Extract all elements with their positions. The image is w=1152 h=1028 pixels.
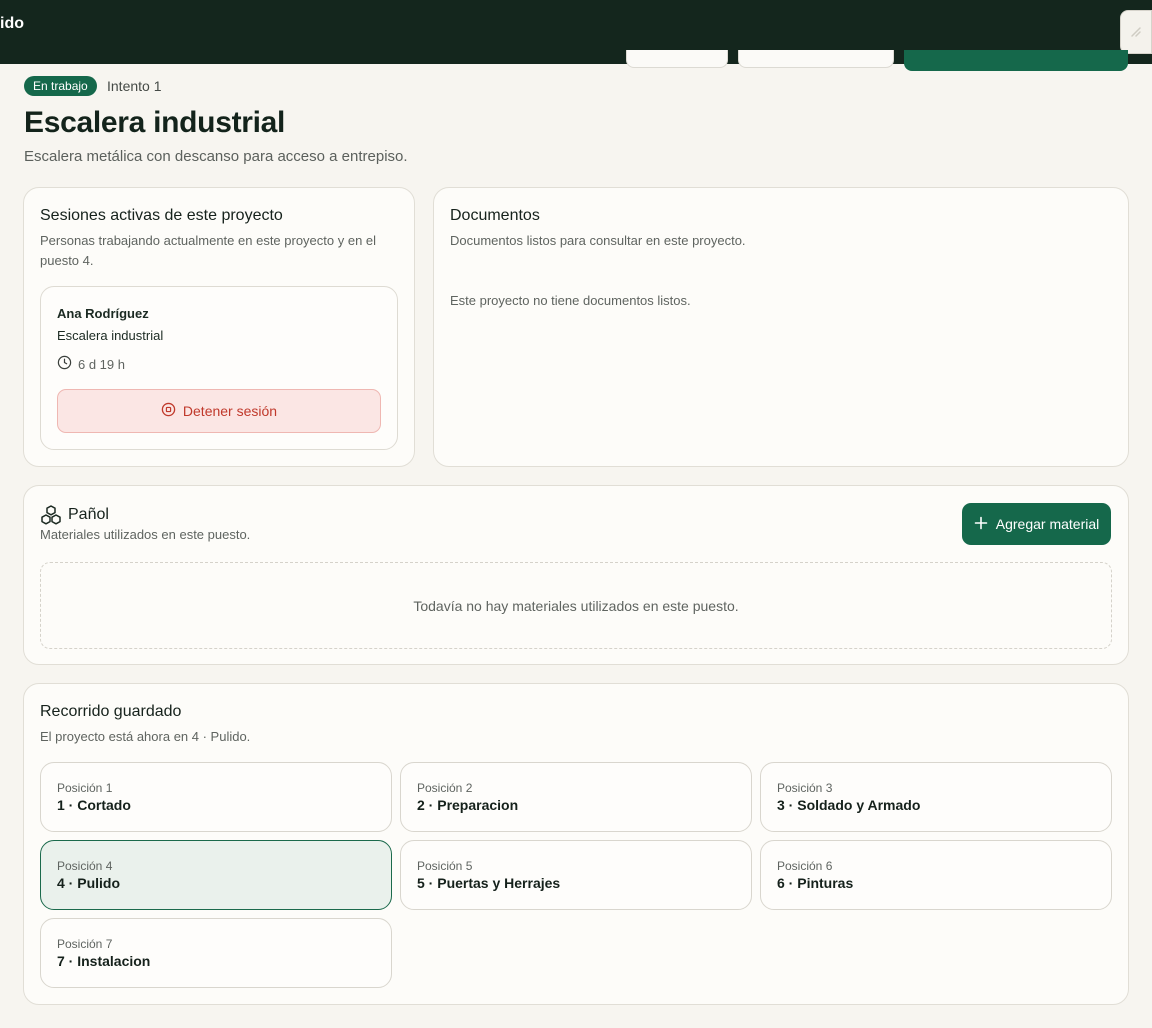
- documents-title: Documentos: [450, 207, 540, 224]
- stage-position: Posición 4: [57, 859, 113, 873]
- stop-icon: [161, 402, 176, 420]
- route-subtitle: El proyecto está ahora en 4 · Pulido.: [40, 729, 251, 744]
- documents-subtitle: Documentos listos para consultar en este…: [450, 233, 746, 248]
- sessions-card: Sesiones activas de este proyecto Person…: [23, 187, 415, 467]
- stage-position: Posición 5: [417, 859, 473, 873]
- stop-session-label: Detener sesión: [182, 403, 278, 419]
- stage-label: 5 · Puertas y Herrajes: [417, 875, 561, 891]
- stage-card-active[interactable]: Posición 4 4 · Pulido: [40, 840, 392, 910]
- add-material-label: Agregar material: [995, 516, 1100, 532]
- route-card: Recorrido guardado El proyecto está ahor…: [23, 683, 1129, 1005]
- clock-icon: [57, 355, 72, 373]
- stage-position: Posición 1: [57, 781, 113, 795]
- stage-position: Posición 2: [417, 781, 473, 795]
- boxes-icon: [40, 504, 62, 526]
- hidden-button[interactable]: [626, 50, 728, 68]
- app-title: ido: [0, 15, 24, 32]
- stage-card[interactable]: Posición 2 2 · Preparacion: [400, 762, 752, 832]
- documents-card: Documentos Documentos listos para consul…: [433, 187, 1129, 467]
- session-project: Escalera industrial: [57, 328, 164, 343]
- stage-label: 4 · Pulido: [57, 875, 120, 891]
- sessions-title: Sesiones activas de este proyecto: [40, 207, 283, 224]
- stage-label: 1 · Cortado: [57, 797, 131, 813]
- stage-position: Posición 7: [57, 937, 113, 951]
- sessions-subtitle: Personas trabajando actualmente en este …: [40, 233, 377, 268]
- status-badge: En trabajo: [24, 76, 97, 96]
- session-elapsed: 6 d 19 h: [78, 356, 125, 372]
- page-title: Escalera industrial: [24, 106, 286, 139]
- session-time: 6 d 19 h: [57, 355, 125, 373]
- stage-label: 2 · Preparacion: [417, 797, 519, 813]
- page-subtitle: Escalera metálica con descanso para acce…: [24, 148, 408, 165]
- stage-position: Posición 3: [777, 781, 833, 795]
- stage-card[interactable]: Posición 3 3 · Soldado y Armado: [760, 762, 1112, 832]
- stop-session-button[interactable]: Detener sesión: [57, 389, 381, 433]
- hidden-button[interactable]: [738, 50, 894, 68]
- panol-card: Pañol Materiales utilizados en este pues…: [23, 485, 1129, 665]
- stage-card[interactable]: Posición 5 5 · Puertas y Herrajes: [400, 840, 752, 910]
- materials-empty: Todavía no hay materiales utilizados en …: [40, 562, 1112, 649]
- stage-label: 7 · Instalacion: [57, 953, 151, 969]
- panol-title: Pañol: [68, 506, 109, 523]
- hidden-primary-button[interactable]: [904, 50, 1128, 71]
- stage-card[interactable]: Posición 7 7 · Instalacion: [40, 918, 392, 988]
- route-title: Recorrido guardado: [40, 703, 182, 720]
- close-icon[interactable]: [1120, 10, 1152, 54]
- stage-label: 3 · Soldado y Armado: [777, 797, 921, 813]
- stage-card[interactable]: Posición 6 6 · Pinturas: [760, 840, 1112, 910]
- stage-card[interactable]: Posición 1 1 · Cortado: [40, 762, 392, 832]
- add-material-button[interactable]: Agregar material: [962, 503, 1111, 545]
- session-item: Ana Rodríguez Escalera industrial 6 d 19…: [40, 286, 398, 450]
- stage-position: Posición 6: [777, 859, 833, 873]
- panol-subtitle: Materiales utilizados en este puesto.: [40, 527, 251, 542]
- attempt-label: Intento 1: [107, 78, 162, 94]
- documents-empty: Este proyecto no tiene documentos listos…: [450, 293, 691, 308]
- session-user: Ana Rodríguez: [57, 306, 149, 321]
- stage-label: 6 · Pinturas: [777, 875, 854, 891]
- plus-icon: [974, 516, 988, 533]
